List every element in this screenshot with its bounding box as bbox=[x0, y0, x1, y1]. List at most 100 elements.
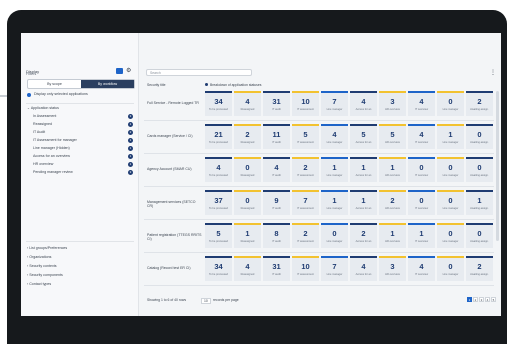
status-count-cell[interactable]: 4 IT overview bbox=[408, 256, 435, 281]
status-count-cell[interactable]: 0 Line manager bbox=[437, 256, 464, 281]
status-count-cell[interactable]: 0 Line manager bbox=[437, 190, 464, 215]
status-count-cell[interactable]: 10 IT assessment bbox=[292, 91, 319, 116]
status-count-cell[interactable]: 10 IT assessment bbox=[292, 256, 319, 281]
status-count-cell[interactable]: 31 IT audit bbox=[263, 91, 290, 116]
status-count-cell[interactable]: 0 Reassigned bbox=[234, 157, 261, 182]
status-filter-label: Line manager (Hidden) bbox=[33, 146, 70, 150]
status-count-cell[interactable]: 7 Line manager bbox=[321, 91, 348, 116]
status-count-cell[interactable]: 4 Reassigned bbox=[234, 91, 261, 116]
row-security-title[interactable]: Full Service - Remote Logged TR bbox=[147, 101, 202, 105]
scope-workflow-toggle[interactable]: By scope By workflow bbox=[27, 79, 135, 89]
status-count-cell[interactable]: 2 HR overview bbox=[379, 190, 406, 215]
status-count-cell[interactable]: 3 HR overview bbox=[379, 91, 406, 116]
status-count-cell[interactable]: 34 To be processed bbox=[205, 256, 232, 281]
page-button[interactable]: 4 bbox=[485, 297, 490, 302]
scrollbar[interactable] bbox=[496, 91, 499, 241]
search-input[interactable]: Search bbox=[146, 69, 252, 76]
page-button[interactable]: 5 bbox=[491, 297, 496, 302]
status-filter-item[interactable]: IT Audit 2 bbox=[33, 129, 133, 136]
status-filter-item[interactable]: HR overview 1 bbox=[33, 161, 133, 168]
status-count-cell[interactable]: 1 Line manager bbox=[437, 124, 464, 149]
per-page-select[interactable]: 10 bbox=[201, 298, 211, 304]
status-count-cell[interactable]: 1 Access for an bbox=[350, 157, 377, 182]
status-count-cell[interactable]: 37 To be processed bbox=[205, 190, 232, 215]
status-count-cell[interactable]: 2 IT assessment bbox=[292, 157, 319, 182]
status-count-cell[interactable]: 4 IT overview bbox=[408, 124, 435, 149]
status-count-label: Line manager bbox=[442, 108, 459, 111]
status-count-cell[interactable]: 1 Access for an bbox=[350, 190, 377, 215]
status-count-cell[interactable]: 1 HR overview bbox=[379, 223, 406, 248]
status-count-cell[interactable]: 0 Awaiting assign. bbox=[466, 223, 493, 248]
more-options-icon[interactable]: ⋮ bbox=[490, 69, 496, 76]
status-count-cell[interactable]: 4 IT overview bbox=[408, 91, 435, 116]
status-count-cell[interactable]: 2 IT assessment bbox=[292, 223, 319, 248]
status-count-cell[interactable]: 0 Line manager bbox=[437, 223, 464, 248]
radio-selected-only[interactable] bbox=[27, 93, 31, 97]
status-count-cell[interactable]: 1 Line manager bbox=[321, 157, 348, 182]
row-security-title[interactable]: Patient registration (TTEGS RRITS CI) bbox=[147, 233, 202, 241]
status-count-label: IT audit bbox=[272, 108, 281, 111]
status-count-cell[interactable]: 0 IT overview bbox=[408, 190, 435, 215]
status-count-cell[interactable]: 3 HR overview bbox=[379, 256, 406, 281]
status-count-cell[interactable]: 1 Reassigned bbox=[234, 223, 261, 248]
status-count-cell[interactable]: 5 Access for an bbox=[350, 124, 377, 149]
toggle-by-scope[interactable]: By scope bbox=[28, 80, 81, 88]
page-button[interactable]: 2 bbox=[473, 297, 478, 302]
status-count-cell[interactable]: 31 IT audit bbox=[263, 256, 290, 281]
status-count-cell[interactable]: 1 IT overview bbox=[408, 223, 435, 248]
grid-view-icon[interactable] bbox=[116, 68, 123, 74]
status-count-cell[interactable]: 0 Line manager bbox=[321, 223, 348, 248]
status-count-cell[interactable]: 34 To be processed bbox=[205, 91, 232, 116]
status-count-cell[interactable]: 4 Access for an bbox=[350, 256, 377, 281]
row-security-title[interactable]: Catalog (Record test ER CI) bbox=[147, 266, 202, 270]
row-security-title[interactable]: Cards manager (Service / CI) bbox=[147, 134, 202, 138]
status-count-cell[interactable]: 0 Line manager bbox=[437, 157, 464, 182]
status-count-value: 4 bbox=[332, 130, 337, 139]
status-filter-item[interactable]: Access for an overview 1 bbox=[33, 153, 133, 160]
status-count-cell[interactable]: 0 IT overview bbox=[408, 157, 435, 182]
group-section-item[interactable]: › Contact types bbox=[27, 281, 127, 288]
status-filter-item[interactable]: IT Assessment for manager 1 bbox=[33, 137, 133, 144]
status-count-cell[interactable]: 4 Line manager bbox=[321, 124, 348, 149]
row-security-title[interactable]: Agency Account (SMAR CU) bbox=[147, 167, 202, 171]
group-section-item[interactable]: › Organizations bbox=[27, 254, 127, 261]
status-count-cell[interactable]: 5 To be processed bbox=[205, 223, 232, 248]
status-filter-item[interactable]: In Assessment 3 bbox=[33, 113, 133, 120]
status-filter-item[interactable]: Reassigned 1 bbox=[33, 121, 133, 128]
status-count-cell[interactable]: 7 Line manager bbox=[321, 256, 348, 281]
status-count-cell[interactable]: 21 To be processed bbox=[205, 124, 232, 149]
status-filter-item[interactable]: Pending manager review 3 bbox=[33, 169, 133, 176]
page-button[interactable]: 3 bbox=[479, 297, 484, 302]
status-count-cell[interactable]: 9 IT audit bbox=[263, 190, 290, 215]
status-filter-item[interactable]: Line manager (Hidden) 1 bbox=[33, 145, 133, 152]
status-count-cell[interactable]: 8 IT audit bbox=[263, 223, 290, 248]
status-count-cell[interactable]: 4 IT audit bbox=[263, 157, 290, 182]
gear-icon[interactable]: ⚙ bbox=[126, 68, 131, 74]
status-count-cell[interactable]: 2 Reassigned bbox=[234, 124, 261, 149]
group-section-item[interactable]: › List groups/Preferences bbox=[27, 245, 127, 252]
status-count-cell[interactable]: 4 To be processed bbox=[205, 157, 232, 182]
status-count-cell[interactable]: 7 IT assessment bbox=[292, 190, 319, 215]
status-count-cell[interactable]: 5 IT assessment bbox=[292, 124, 319, 149]
status-count-cell[interactable]: 5 HR overview bbox=[379, 124, 406, 149]
status-count-cell[interactable]: 1 Line manager bbox=[321, 190, 348, 215]
status-count-cell[interactable]: 2 Awaiting assign. bbox=[466, 256, 493, 281]
status-count-cell[interactable]: 1 HR overview bbox=[379, 157, 406, 182]
status-count-cell[interactable]: 0 Line manager bbox=[437, 91, 464, 116]
group-section-item[interactable]: › Security contexts bbox=[27, 263, 127, 270]
group-section-item[interactable]: › Security components bbox=[27, 272, 127, 279]
status-count-cell[interactable]: 4 Access for an bbox=[350, 91, 377, 116]
status-count-cell[interactable]: 0 Reassigned bbox=[234, 190, 261, 215]
status-count-cell[interactable]: 11 IT audit bbox=[263, 124, 290, 149]
row-security-title[interactable]: Management services (SETCO CR) bbox=[147, 200, 202, 208]
status-count-cell[interactable]: 0 Awaiting assign. bbox=[466, 124, 493, 149]
page-button[interactable]: 1 bbox=[467, 297, 472, 302]
status-count-cell[interactable]: 1 Awaiting assign. bbox=[466, 190, 493, 215]
section-application-status[interactable]: ⌄ Application status bbox=[27, 105, 127, 112]
toggle-by-workflow[interactable]: By workflow bbox=[81, 80, 134, 88]
status-color-bar bbox=[205, 91, 232, 93]
status-count-cell[interactable]: 2 Access for an bbox=[350, 223, 377, 248]
status-count-cell[interactable]: 4 Reassigned bbox=[234, 256, 261, 281]
status-count-cell[interactable]: 0 Awaiting assign. bbox=[466, 157, 493, 182]
status-count-cell[interactable]: 2 Awaiting assign. bbox=[466, 91, 493, 116]
